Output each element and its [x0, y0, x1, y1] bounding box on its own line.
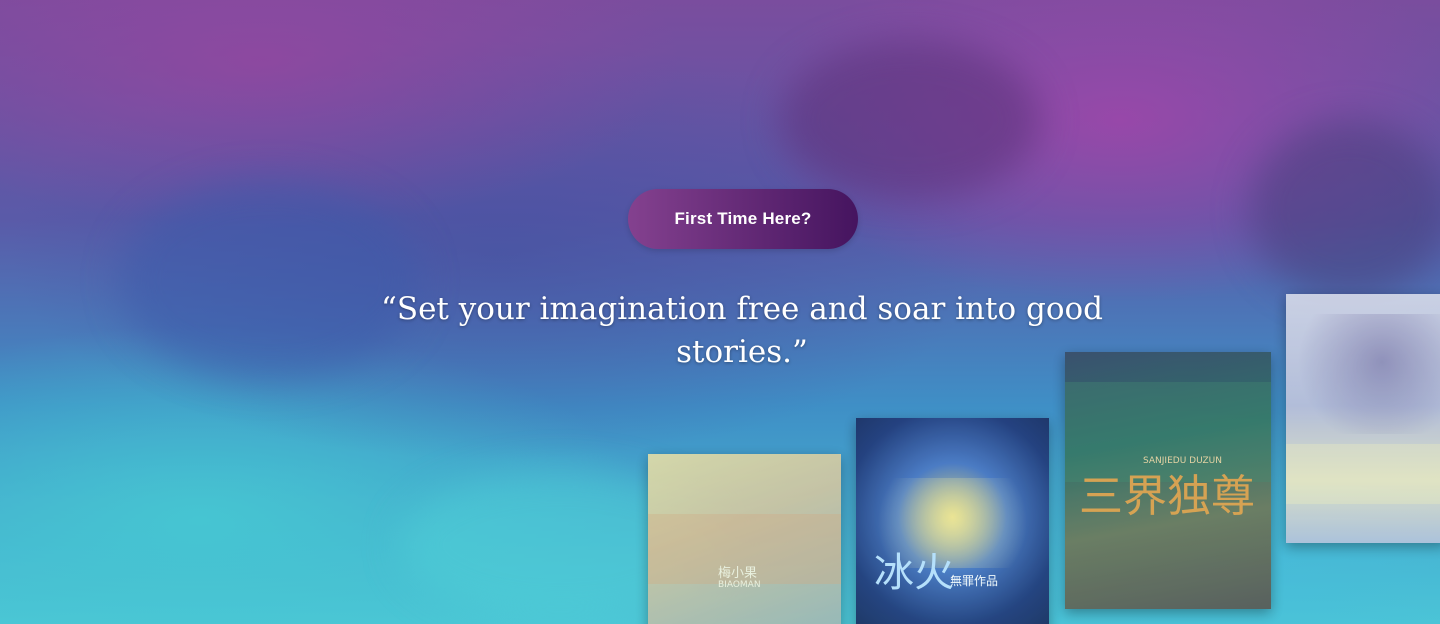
cover-subtitle-art: BIAOMAN [718, 580, 761, 590]
cover-art [1286, 444, 1440, 504]
cover-title-art: 冰火 [874, 550, 954, 596]
book-cover-1[interactable]: 梅小果 BIAOMAN [648, 454, 841, 624]
hero-quote: “Set your imagination free and soar into… [381, 291, 1103, 370]
watercolor-splotch [780, 40, 1040, 200]
cover-art [1286, 314, 1440, 434]
watercolor-splotch [1250, 120, 1440, 300]
cover-subtitle-art: 無罪作品 [950, 574, 999, 588]
watercolor-splotch [120, 180, 420, 380]
cover-subtitle-art: SANJIEDU DUZUN [1143, 456, 1222, 466]
first-time-here-button[interactable]: First Time Here? [628, 189, 858, 249]
book-cover-4[interactable] [1286, 294, 1440, 543]
cover-title-art: 三界独尊 [1079, 471, 1255, 522]
book-cover-3[interactable]: 三界独尊 SANJIEDU DUZUN [1065, 352, 1271, 609]
cover-title-art: 梅小果 [718, 566, 758, 581]
hero-banner: First Time Here? “Set your imagination f… [0, 0, 1440, 624]
book-cover-2[interactable]: 冰火 無罪作品 [856, 418, 1049, 624]
